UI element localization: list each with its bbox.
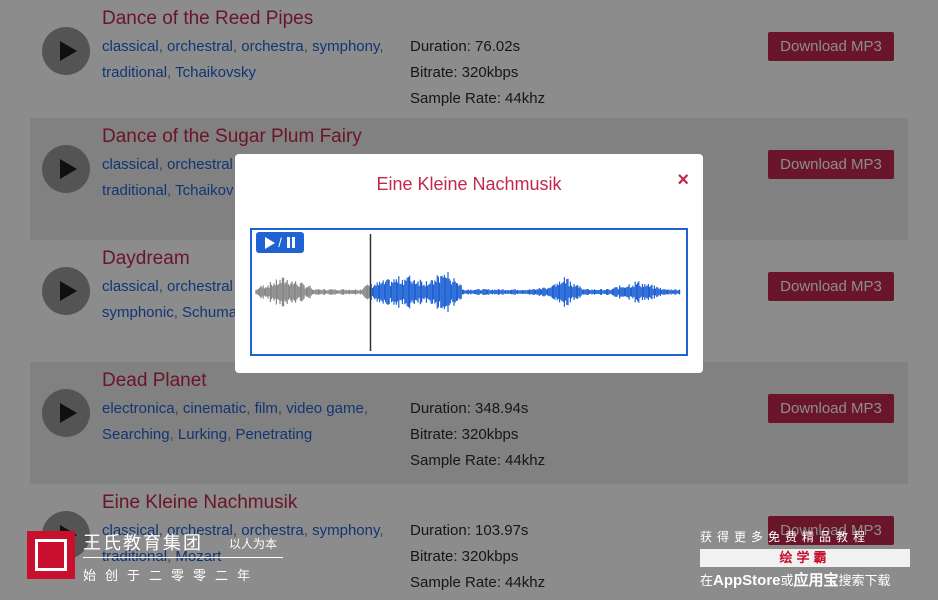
promo-brand: 绘学霸 bbox=[700, 549, 910, 567]
promo-top-text: 获得更多免费精品教程 bbox=[700, 530, 871, 544]
org-name: 王氏教育集团 bbox=[83, 533, 203, 553]
waveform-player[interactable]: / bbox=[250, 228, 688, 356]
modal-title: Eine Kleine Nachmusik bbox=[376, 174, 562, 194]
close-button[interactable]: × bbox=[677, 170, 689, 190]
waveform-bars bbox=[255, 272, 681, 312]
logo-icon bbox=[27, 531, 75, 579]
org-since: 始创于二零零二年 bbox=[83, 568, 260, 583]
pause-icon bbox=[291, 237, 295, 248]
slash-text: / bbox=[278, 235, 282, 250]
pause-icon bbox=[286, 237, 290, 248]
watermark-logo: 王氏教育集团 以人为本 始创于二零零二年 bbox=[27, 531, 297, 583]
play-icon bbox=[265, 236, 276, 249]
org-motto: 以人为本 bbox=[229, 537, 278, 551]
player-modal: Eine Kleine Nachmusik × / bbox=[235, 154, 703, 373]
watermark-promo: 获得更多免费精品教程 绘学霸 在AppStore或应用宝搜索下载 bbox=[700, 528, 912, 589]
divider bbox=[83, 557, 283, 558]
promo-bottom-text: 在AppStore或应用宝搜索下载 bbox=[700, 572, 891, 589]
waveform[interactable] bbox=[252, 230, 686, 354]
play-pause-button[interactable]: / bbox=[256, 232, 304, 253]
